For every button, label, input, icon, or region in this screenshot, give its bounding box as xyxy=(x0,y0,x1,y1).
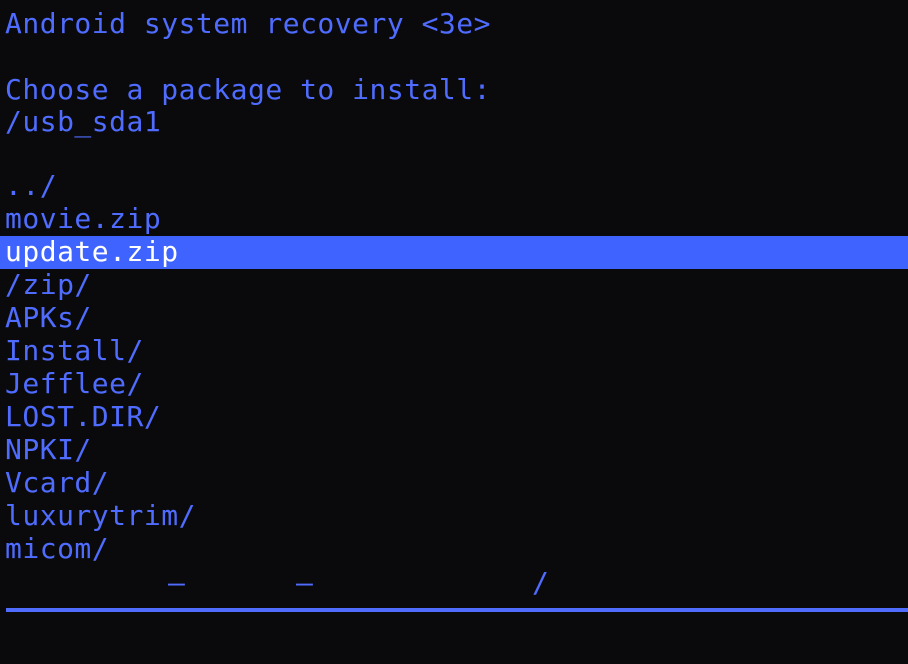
status-glyph: – xyxy=(168,566,185,599)
recovery-screen: Android system recovery <3e> Choose a pa… xyxy=(0,0,908,664)
status-glyph: – xyxy=(296,566,313,599)
package-item-update-zip[interactable]: update.zip xyxy=(0,236,908,269)
package-item-lost-dir[interactable]: LOST.DIR/ xyxy=(0,401,908,434)
package-item-micom-dir[interactable]: micom/ xyxy=(0,533,908,566)
package-item-luxurytrim-dir[interactable]: luxurytrim/ xyxy=(0,500,908,533)
package-item-install-dir[interactable]: Install/ xyxy=(0,335,908,368)
package-item-vcard-dir[interactable]: Vcard/ xyxy=(0,467,908,500)
install-prompt: Choose a package to install: xyxy=(5,73,492,106)
package-item-parent-dir[interactable]: ../ xyxy=(0,170,908,203)
package-item-apks-dir[interactable]: APKs/ xyxy=(0,302,908,335)
status-glyph: / xyxy=(532,566,549,599)
status-line: – – / xyxy=(0,568,908,598)
current-path: /usb_sda1 xyxy=(5,105,162,138)
package-item-movie-zip[interactable]: movie.zip xyxy=(0,203,908,236)
package-item-zip-dir[interactable]: /zip/ xyxy=(0,269,908,302)
recovery-title: Android system recovery <3e> xyxy=(5,7,492,40)
log-divider xyxy=(6,608,908,612)
package-item-jefflee-dir[interactable]: Jefflee/ xyxy=(0,368,908,401)
package-item-npki-dir[interactable]: NPKI/ xyxy=(0,434,908,467)
package-list: ../ movie.zip update.zip /zip/ APKs/ Ins… xyxy=(0,170,908,566)
